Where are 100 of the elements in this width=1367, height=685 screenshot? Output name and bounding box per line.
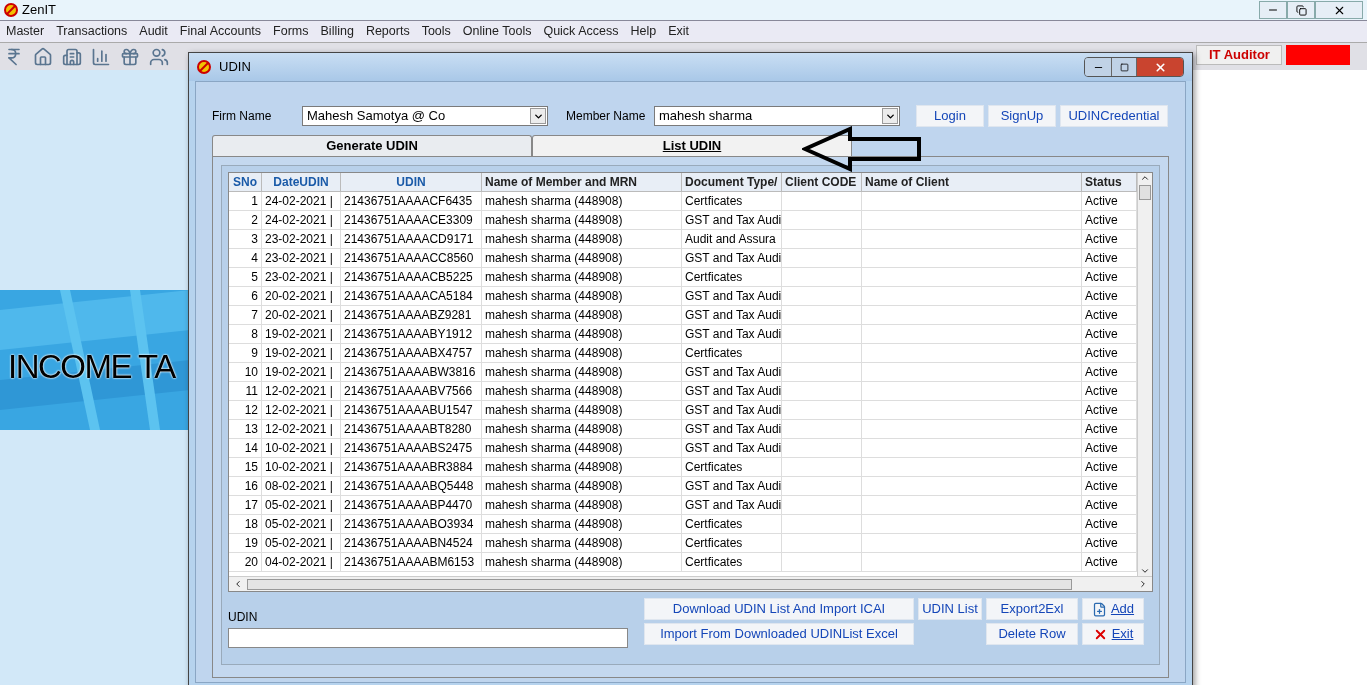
menu-item[interactable]: Help bbox=[624, 22, 663, 41]
app-logo-icon bbox=[197, 60, 211, 74]
table-cell: mahesh sharma (448908) bbox=[482, 420, 682, 439]
table-cell: mahesh sharma (448908) bbox=[482, 382, 682, 401]
action-button[interactable]: Delete Row bbox=[986, 623, 1078, 645]
maximize-button[interactable] bbox=[1111, 58, 1137, 76]
table-cell: mahesh sharma (448908) bbox=[482, 192, 682, 211]
udin-label: UDIN bbox=[228, 609, 259, 626]
vertical-scrollbar[interactable] bbox=[1137, 173, 1152, 576]
table-cell: mahesh sharma (448908) bbox=[482, 439, 682, 458]
table-cell: GST and Tax Audi bbox=[682, 287, 782, 306]
scroll-up-icon[interactable] bbox=[1140, 173, 1150, 183]
chart-icon[interactable] bbox=[91, 46, 111, 67]
table-cell: 13 bbox=[229, 420, 262, 439]
close-button[interactable] bbox=[1137, 58, 1183, 76]
table-cell: 05-02-2021 | bbox=[262, 515, 341, 534]
table-cell: mahesh sharma (448908) bbox=[482, 477, 682, 496]
table-cell: 21436751AAAABW3816 bbox=[341, 363, 482, 382]
column-header[interactable]: Name of Member and MRN bbox=[482, 173, 682, 192]
menu-item[interactable]: Online Tools bbox=[456, 22, 538, 41]
table-cell: Certficates bbox=[682, 458, 782, 477]
scroll-thumb[interactable] bbox=[247, 578, 1072, 590]
menu-item[interactable]: Billing bbox=[314, 22, 360, 41]
table-cell: 08-02-2021 | bbox=[262, 477, 341, 496]
action-button[interactable]: UDIN List bbox=[918, 598, 982, 620]
restore-button[interactable] bbox=[1287, 1, 1315, 19]
gift-icon[interactable] bbox=[120, 46, 140, 67]
scroll-down-icon[interactable] bbox=[1140, 566, 1150, 576]
table-cell: 10 bbox=[229, 363, 262, 382]
column-header[interactable]: Client CODE bbox=[782, 173, 862, 192]
pointer-arrow-icon bbox=[802, 126, 922, 172]
table-cell: mahesh sharma (448908) bbox=[482, 534, 682, 553]
table-cell: mahesh sharma (448908) bbox=[482, 401, 682, 420]
table-cell: GST and Tax Audi bbox=[682, 401, 782, 420]
table-cell: mahesh sharma (448908) bbox=[482, 230, 682, 249]
minimize-button[interactable] bbox=[1259, 1, 1287, 19]
scroll-right-icon[interactable] bbox=[1138, 579, 1148, 589]
tab[interactable]: List UDIN bbox=[532, 135, 852, 156]
tab[interactable]: Generate UDIN bbox=[212, 135, 532, 156]
table-cell: 10-02-2021 | bbox=[262, 458, 341, 477]
action-button[interactable]: Download UDIN List And Import ICAI bbox=[644, 598, 914, 620]
column-header[interactable]: UDIN bbox=[341, 173, 482, 192]
column-header[interactable]: Name of Client bbox=[862, 173, 1082, 192]
table-cell: GST and Tax Audi bbox=[682, 249, 782, 268]
menu-item[interactable]: Transactions bbox=[50, 22, 134, 41]
close-icon bbox=[1153, 60, 1167, 74]
table-cell: mahesh sharma (448908) bbox=[482, 363, 682, 382]
table-cell: 10-02-2021 | bbox=[262, 439, 341, 458]
scroll-left-icon[interactable] bbox=[233, 579, 243, 589]
table-cell: 20 bbox=[229, 553, 262, 572]
column-header[interactable]: SNo bbox=[229, 173, 262, 192]
table-cell: 21436751AAAACE3309 bbox=[341, 211, 482, 230]
menu-item[interactable]: Reports bbox=[359, 22, 416, 41]
table-cell: 19-02-2021 | bbox=[262, 344, 341, 363]
table-cell: 20-02-2021 | bbox=[262, 306, 341, 325]
table-cell: 5 bbox=[229, 268, 262, 287]
table-cell: 12-02-2021 | bbox=[262, 401, 341, 420]
dropdown-field[interactable]: Mahesh Samotya @ Co bbox=[302, 106, 548, 126]
table-cell: 18 bbox=[229, 515, 262, 534]
menu-item[interactable]: Tools bbox=[415, 22, 457, 41]
exit-button[interactable]: Exit bbox=[1082, 623, 1144, 645]
add-button[interactable]: Add bbox=[1082, 598, 1144, 620]
scroll-thumb[interactable] bbox=[1139, 185, 1151, 200]
table-cell: 6 bbox=[229, 287, 262, 306]
header-button[interactable]: SignUp bbox=[988, 105, 1056, 127]
close-button[interactable] bbox=[1315, 1, 1363, 19]
menu-item[interactable]: Master bbox=[0, 22, 51, 41]
table-cell: Certficates bbox=[682, 515, 782, 534]
menu-item[interactable]: Final Accounts bbox=[173, 22, 268, 41]
table-cell: Certficates bbox=[682, 344, 782, 363]
users-icon[interactable] bbox=[149, 46, 169, 67]
table-cell: 8 bbox=[229, 325, 262, 344]
column-header[interactable]: DateUDIN bbox=[262, 173, 341, 192]
menu-item[interactable]: Quick Access bbox=[537, 22, 625, 41]
header-button[interactable]: Login bbox=[916, 105, 984, 127]
table-cell: 21436751AAAACD9171 bbox=[341, 230, 482, 249]
column-header[interactable]: Document Type/ bbox=[682, 173, 782, 192]
table-cell: GST and Tax Audi bbox=[682, 477, 782, 496]
table-cell: 3 bbox=[229, 230, 262, 249]
table-cell: GST and Tax Audi bbox=[682, 211, 782, 230]
building-icon[interactable] bbox=[62, 46, 82, 67]
table-cell: 1 bbox=[229, 192, 262, 211]
menu-item[interactable]: Exit bbox=[662, 22, 695, 41]
table-cell: 21436751AAAACA5184 bbox=[341, 287, 482, 306]
action-button[interactable]: Import From Downloaded UDINList Excel bbox=[644, 623, 914, 645]
table-cell: 2 bbox=[229, 211, 262, 230]
home-icon[interactable] bbox=[33, 46, 53, 67]
table-cell: 17 bbox=[229, 496, 262, 515]
header-button[interactable]: UDINCredential bbox=[1060, 105, 1168, 127]
menu-item[interactable]: Forms bbox=[267, 22, 315, 41]
menu-item[interactable]: Audit bbox=[133, 22, 174, 41]
action-button[interactable]: Export2Exl bbox=[986, 598, 1078, 620]
member-name-label: Member Name bbox=[566, 108, 647, 125]
table-cell: 21436751AAAABP4470 bbox=[341, 496, 482, 515]
table-cell: 21436751AAAABV7566 bbox=[341, 382, 482, 401]
dropdown-field[interactable]: mahesh sharma bbox=[654, 106, 900, 126]
table-cell: 9 bbox=[229, 344, 262, 363]
horizontal-scrollbar[interactable] bbox=[229, 576, 1152, 591]
table-cell: 16 bbox=[229, 477, 262, 496]
udin-input-field[interactable] bbox=[228, 628, 628, 648]
